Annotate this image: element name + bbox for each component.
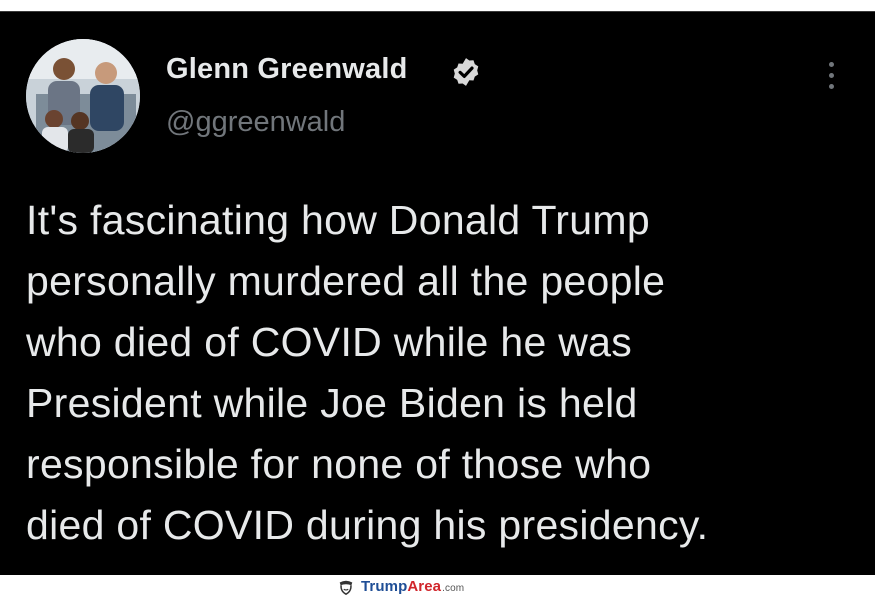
tweet-text-line: President while Joe Biden is held xyxy=(26,380,638,426)
watermark: TrumpArea.com xyxy=(337,577,464,596)
tweet-text-line: personally murdered all the people xyxy=(26,258,666,304)
tweet-text-line: died of COVID during his presidency. xyxy=(26,502,709,548)
avatar[interactable] xyxy=(26,39,140,153)
tweet-text-line: who died of COVID while he was xyxy=(26,319,633,365)
watermark-brand-part2: Area xyxy=(407,578,442,595)
avatar-photo xyxy=(26,39,140,153)
more-options-icon[interactable] xyxy=(816,56,846,96)
watermark-bar: TrumpArea.com xyxy=(0,575,875,598)
top-edge xyxy=(0,0,875,12)
tweet-card: Glenn Greenwald @ggreenwald It's fascina… xyxy=(0,12,875,575)
tweet-text-line: responsible for none of those who xyxy=(26,441,652,487)
user-handle[interactable]: @ggreenwald xyxy=(166,106,345,139)
more-dot xyxy=(829,84,834,89)
tweet-text-line: It's fascinating how Donald Trump xyxy=(26,197,650,243)
trumparea-logo-icon xyxy=(339,580,353,595)
tweet-text: It's fascinating how Donald Trump person… xyxy=(26,190,846,556)
more-dot xyxy=(829,73,834,78)
more-dot xyxy=(829,62,834,67)
watermark-brand-part1: Trump xyxy=(361,578,408,595)
watermark-domain: .com xyxy=(442,583,465,594)
watermark-text: TrumpArea.com xyxy=(361,578,464,595)
display-name[interactable]: Glenn Greenwald xyxy=(166,53,408,86)
verified-badge-icon xyxy=(453,58,479,86)
